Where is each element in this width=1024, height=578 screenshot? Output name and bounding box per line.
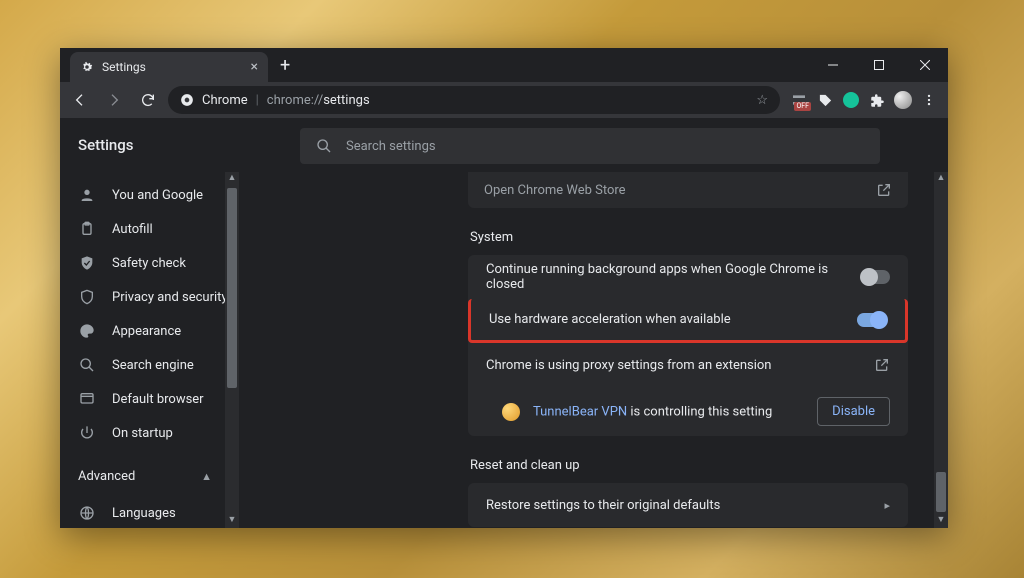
toolbar: Chrome | chrome://settings ☆ OFF [60,82,948,118]
extensions-tray: OFF [786,91,942,109]
person-icon [78,187,96,203]
toggle-hardware-acceleration[interactable] [857,313,887,327]
controlling-extension-text: TunnelBear VPN is controlling this setti… [502,403,772,421]
bookmark-star-icon[interactable]: ☆ [756,93,768,108]
sidebar-item-label: Privacy and security [112,290,228,305]
sidebar-item-safety-check[interactable]: Safety check [60,246,230,280]
sidebar-item-search-engine[interactable]: Search engine [60,348,230,382]
controlling-suffix: is controlling this setting [627,404,772,419]
chevron-up-icon: ▲ [201,470,212,483]
settings-search[interactable] [300,128,880,164]
url-path: chrome://settings [267,93,370,108]
sidebar-item-privacy[interactable]: Privacy and security [60,280,230,314]
settings-sidebar: You and Google Autofill Safety check Pri… [60,172,230,528]
power-icon [78,425,96,441]
close-icon[interactable]: × [251,59,258,75]
shield-icon [78,289,96,305]
row-label: Use hardware acceleration when available [489,312,731,327]
extension-off-badge[interactable]: OFF [790,91,808,109]
tab-title: Settings [102,60,146,74]
reset-card: Restore settings to their original defau… [468,483,908,527]
search-icon [316,138,332,154]
sidebar-item-label: On startup [112,426,173,441]
tab-strip: Settings × + [60,48,948,82]
address-bar[interactable]: Chrome | chrome://settings ☆ [168,86,780,114]
row-label: Continue running background apps when Go… [486,262,861,292]
scrollbar-thumb[interactable] [227,188,237,388]
main-scrollbar[interactable]: ▲ ▼ [934,172,948,528]
sidebar-item-label: Default browser [112,392,204,407]
window-controls [810,48,948,82]
sidebar-item-label: Safety check [112,256,186,271]
chrome-icon [180,93,194,107]
sidebar-item-label: Languages [112,506,176,521]
row-label: Chrome is using proxy settings from an e… [486,358,771,373]
browser-window: Settings × + [60,48,948,528]
scroll-up-arrow-icon[interactable]: ▲ [934,172,948,186]
chevron-right-icon: ▸ [884,499,890,512]
row-hardware-acceleration[interactable]: Use hardware acceleration when available [468,299,908,343]
disable-extension-button[interactable]: Disable [817,397,890,426]
close-window-button[interactable] [902,48,948,82]
palette-icon [78,323,96,339]
sidebar-scrollbar[interactable]: ▲ ▼ [225,172,239,528]
sidebar-item-label: Advanced [78,469,135,484]
sidebar-item-label: Appearance [112,324,181,339]
reload-button[interactable] [134,86,162,114]
forward-button[interactable] [100,86,128,114]
magnify-icon [78,357,96,373]
row-background-apps[interactable]: Continue running background apps when Go… [468,255,908,299]
sidebar-item-autofill[interactable]: Autofill [60,212,230,246]
browser-icon [78,391,96,407]
section-system-title: System [470,230,908,245]
sidebar-item-languages[interactable]: Languages [60,496,230,528]
sidebar-item-you-and-google[interactable]: You and Google [60,178,230,212]
section-reset-title: Reset and clean up [470,458,908,473]
tunnelbear-icon [502,403,520,421]
system-card: Continue running background apps when Go… [468,255,908,436]
row-label: Restore settings to their original defau… [486,498,720,513]
search-input[interactable] [346,139,864,154]
row-restore-defaults[interactable]: Restore settings to their original defau… [468,483,908,527]
open-external-icon [876,182,892,198]
tab-settings[interactable]: Settings × [70,52,268,82]
scroll-up-arrow-icon[interactable]: ▲ [225,172,239,186]
scroll-down-arrow-icon[interactable]: ▼ [934,514,948,528]
toggle-background-apps[interactable] [861,270,890,284]
maximize-button[interactable] [856,48,902,82]
kebab-menu-icon[interactable] [920,91,938,109]
open-external-icon [874,357,890,373]
sidebar-item-label: Autofill [112,222,153,237]
page-title: Settings [78,136,134,154]
minimize-button[interactable] [810,48,856,82]
gear-icon [80,60,94,74]
extension-grammarly-icon[interactable] [842,91,860,109]
globe-icon [78,505,96,521]
web-store-link-row[interactable]: Open Chrome Web Store [468,172,908,208]
back-button[interactable] [66,86,94,114]
extension-name[interactable]: TunnelBear VPN [533,404,627,419]
sidebar-advanced-toggle[interactable]: Advanced ▲ [60,456,230,496]
sidebar-item-default-browser[interactable]: Default browser [60,382,230,416]
profile-avatar[interactable] [894,91,912,109]
extensions-puzzle-icon[interactable] [868,91,886,109]
sidebar-item-label: You and Google [112,188,203,203]
check-shield-icon [78,255,96,271]
clipboard-icon [78,221,96,237]
row-controlling-extension: TunnelBear VPN is controlling this setti… [468,387,908,436]
sidebar-item-on-startup[interactable]: On startup [60,416,230,450]
scroll-down-arrow-icon[interactable]: ▼ [225,514,239,528]
row-proxy-settings[interactable]: Chrome is using proxy settings from an e… [468,343,908,387]
scrollbar-thumb[interactable] [936,472,946,512]
url-scheme: Chrome [202,93,248,108]
settings-main: Open Chrome Web Store System Continue ru… [410,172,948,528]
sidebar-item-label: Search engine [112,358,194,373]
new-tab-button[interactable]: + [268,55,302,76]
row-label: Open Chrome Web Store [484,183,626,198]
sidebar-item-appearance[interactable]: Appearance [60,314,230,348]
extension-tag-icon[interactable] [816,91,834,109]
settings-page: Settings You and Google Autofill Safety … [60,118,948,528]
